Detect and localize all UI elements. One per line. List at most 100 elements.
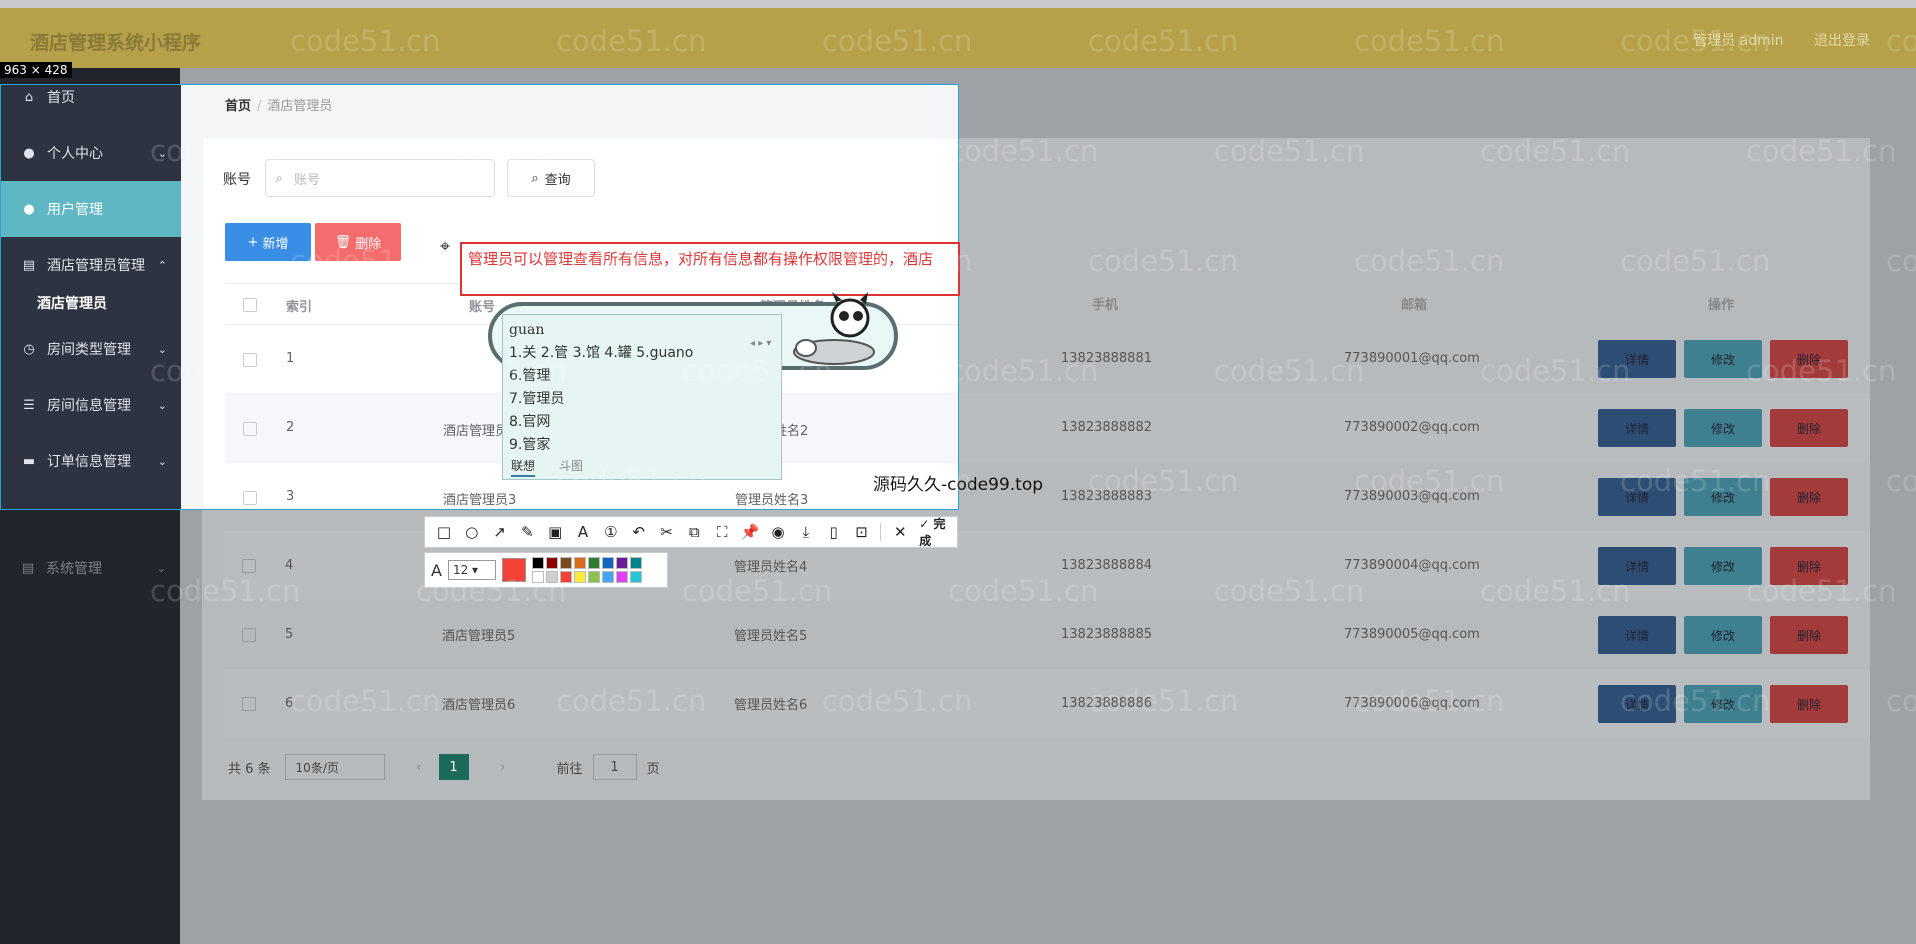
sidebar-item-users[interactable]: ● 用户管理 — [1, 181, 181, 237]
delete-button[interactable]: 🗑 删除 — [315, 223, 401, 261]
row-delete-button[interactable]: 删除 — [1770, 616, 1848, 654]
ime-popup: guan 1.关 2.管 3.馆 4.罐 5.guano 6.管理 7.管理员 … — [488, 292, 898, 480]
ime-candidate-7[interactable]: 7.管理员 — [509, 388, 775, 411]
trash-icon: 🗑 — [334, 234, 352, 250]
ime-candidates: guan 1.关 2.管 3.馆 4.罐 5.guano 6.管理 7.管理员 … — [502, 314, 782, 480]
palette-color-swatch[interactable] — [629, 571, 642, 583]
toolbar-tool-13-icon[interactable]: ◉ — [769, 523, 787, 541]
row-delete-button[interactable]: 删除 — [1770, 409, 1848, 447]
sidebar-item-label: 首页 — [47, 90, 75, 106]
toolbar-tool-14-icon[interactable]: ⤓ — [797, 523, 815, 541]
toolbar-tool-16-icon[interactable]: ⊡ — [853, 523, 871, 541]
annotation-textbox[interactable]: 管理员可以管理查看所有信息，对所有信息都有操作权限管理的，酒店 — [460, 242, 960, 296]
sidebar-subitem-hotel-admin[interactable]: 酒店管理员 — [37, 293, 107, 313]
toolbar-tool-6-icon[interactable]: A — [574, 523, 592, 541]
detail-button[interactable]: 详情 — [1598, 616, 1676, 654]
palette-color-swatch[interactable] — [601, 571, 614, 583]
sidebar-item-home[interactable]: ⌂ 首页 — [1, 85, 181, 125]
page-number[interactable]: 1 — [438, 754, 469, 780]
prev-page-button[interactable]: ‹ — [405, 754, 433, 780]
palette-color-swatch[interactable] — [573, 557, 586, 569]
ime-page-arrows-icon[interactable]: ◂ ▸ ▾ — [750, 338, 771, 349]
toolbar-tool-15-icon[interactable]: ▯ — [825, 523, 843, 541]
toolbar-tool-10-icon[interactable]: ⧉ — [685, 523, 703, 541]
ime-tab-lianxiang[interactable]: 联想 — [511, 457, 536, 477]
add-button[interactable]: + 新增 — [225, 223, 311, 261]
palette-color-swatch[interactable] — [629, 557, 642, 569]
palette-color-swatch[interactable] — [573, 571, 586, 583]
toolbar-tool-4-icon[interactable]: ✎ — [518, 523, 536, 541]
detail-button[interactable]: 详情 — [1598, 685, 1676, 723]
sidebar-item-hotel-admins[interactable]: ▤ 酒店管理员管理 ⌃ — [1, 237, 181, 293]
page-size-select[interactable]: 10条/页 — [284, 754, 385, 780]
row-delete-button[interactable]: 删除 — [1770, 685, 1848, 723]
sidebar-item-room-info[interactable]: ☰ 房间信息管理 ⌄ — [1, 377, 181, 433]
toolbar-tool-11-icon[interactable]: ⛶ — [713, 523, 731, 541]
sidebar-item-label: 订单信息管理 — [47, 454, 131, 470]
ime-candidate-6[interactable]: 6.管理 — [509, 365, 775, 388]
row-delete-button[interactable]: 删除 — [1770, 340, 1848, 378]
search-input[interactable]: ⌕ 账号 — [265, 159, 495, 197]
sidebar-item-room-types[interactable]: ◷ 房间类型管理 ⌄ — [1, 321, 181, 377]
edit-button[interactable]: 修改 — [1684, 478, 1762, 516]
palette-color-swatch[interactable] — [531, 571, 544, 583]
select-all-checkbox[interactable] — [243, 298, 257, 312]
sidebar-item-system[interactable]: ▤ 系统管理 ⌄ — [0, 540, 180, 596]
ime-candidate-9[interactable]: 9.管家 — [509, 434, 775, 457]
palette-color-swatch[interactable] — [587, 557, 600, 569]
toolbar-tool-9-icon[interactable]: ✂ — [658, 523, 676, 541]
edit-button[interactable]: 修改 — [1684, 340, 1762, 378]
palette-color-swatch[interactable] — [601, 557, 614, 569]
row-delete-button[interactable]: 删除 — [1770, 547, 1848, 585]
ime-candidate-row[interactable]: 1.关 2.管 3.馆 4.罐 5.guano — [509, 342, 775, 365]
toolbar-tool-2-icon[interactable]: ○ — [463, 523, 481, 541]
goto-input[interactable]: 1 — [592, 754, 637, 780]
chevron-up-icon: ⌃ — [157, 258, 167, 272]
row-checkbox[interactable] — [242, 558, 256, 573]
ime-tab-doutu[interactable]: 斗图 — [559, 457, 583, 477]
toolbar-tool-3-icon[interactable]: ↗ — [491, 523, 509, 541]
row-delete-button[interactable]: 删除 — [1770, 478, 1848, 516]
row-email: 773890003@qq.com — [1344, 489, 1480, 504]
palette-color-swatch[interactable] — [615, 571, 628, 583]
edit-button[interactable]: 修改 — [1684, 409, 1762, 447]
sidebar-item-orders[interactable]: ▬ 订单信息管理 ⌄ — [1, 433, 181, 489]
row-checkbox[interactable] — [242, 696, 256, 711]
font-size-select[interactable]: 12 ▾ — [447, 560, 496, 580]
ime-candidate-8[interactable]: 8.官网 — [509, 411, 775, 434]
row-account: 酒店管理员5 — [442, 629, 516, 644]
edit-button[interactable]: 修改 — [1684, 547, 1762, 585]
total-count: 共 6 条 — [228, 761, 271, 777]
chevron-down-icon: ⌄ — [157, 398, 167, 412]
row-checkbox[interactable] — [243, 353, 257, 367]
sidebar-item-profile[interactable]: ● 个人中心 ⌄ — [1, 125, 181, 181]
toolbar-tool-1-icon[interactable]: □ — [435, 523, 453, 541]
edit-button[interactable]: 修改 — [1684, 685, 1762, 723]
query-button[interactable]: ⌕ 查询 — [507, 159, 595, 197]
logout-link[interactable]: 退出登录 — [1814, 33, 1870, 49]
detail-button[interactable]: 详情 — [1598, 409, 1676, 447]
toolbar-tool-8-icon[interactable]: ↶ — [630, 523, 648, 541]
row-checkbox[interactable] — [243, 491, 257, 505]
toolbar-tool-5-icon[interactable]: ▣ — [546, 523, 564, 541]
detail-button[interactable]: 详情 — [1598, 478, 1676, 516]
toolbar-tool-7-icon[interactable]: ① — [602, 523, 620, 541]
palette-color-swatch[interactable] — [559, 557, 572, 569]
palette-color-swatch[interactable] — [559, 571, 572, 583]
palette-color-swatch[interactable] — [545, 571, 558, 583]
toolbar-tool-12-icon[interactable]: 📌 — [741, 523, 760, 541]
palette-color-swatch[interactable] — [545, 557, 558, 569]
close-icon[interactable]: ✕ — [891, 523, 909, 541]
detail-button[interactable]: 详情 — [1598, 547, 1676, 585]
palette-color-swatch[interactable] — [531, 557, 544, 569]
next-page-button[interactable]: › — [489, 754, 517, 780]
selected-color-swatch[interactable] — [501, 558, 526, 582]
palette-color-swatch[interactable] — [587, 571, 600, 583]
detail-button[interactable]: 详情 — [1598, 340, 1676, 378]
edit-button[interactable]: 修改 — [1684, 616, 1762, 654]
row-checkbox[interactable] — [243, 422, 257, 436]
row-checkbox[interactable] — [242, 627, 256, 642]
done-button[interactable]: ✓ 完成 — [919, 515, 957, 549]
palette-color-swatch[interactable] — [615, 557, 628, 569]
breadcrumb-home[interactable]: 首页 — [225, 99, 251, 114]
